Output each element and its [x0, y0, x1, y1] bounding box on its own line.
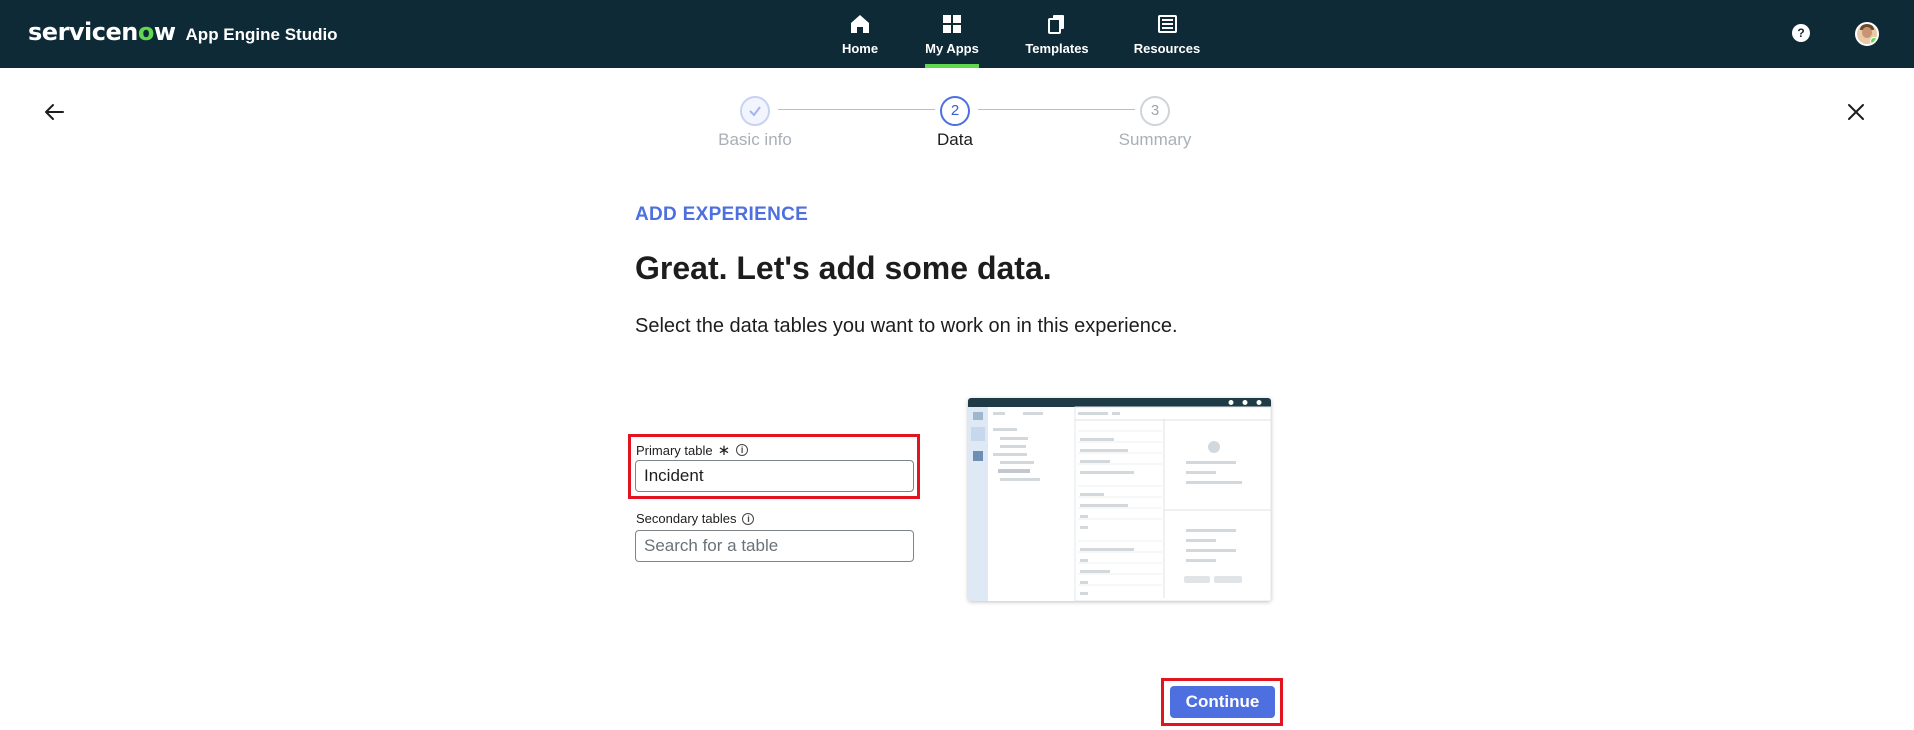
page-title: Great. Let's add some data.: [635, 250, 1052, 286]
step-1-label: Basic info: [718, 130, 792, 149]
info-icon[interactable]: i: [742, 512, 755, 525]
templates-icon: [1048, 15, 1064, 34]
close-icon[interactable]: [1844, 100, 1868, 124]
required-asterisk: ∗: [717, 442, 731, 459]
continue-button[interactable]: Continue: [1170, 686, 1275, 718]
nav-label: My Apps: [925, 41, 979, 56]
primary-table-input[interactable]: [635, 460, 914, 492]
experience-preview-image: [968, 398, 1271, 601]
resources-icon: [1158, 15, 1177, 33]
nav-label: Home: [841, 41, 879, 56]
servicenow-logo: servicenow: [28, 18, 176, 46]
nav-label: Templates: [1025, 41, 1089, 56]
nav-label: Resources: [1133, 41, 1201, 56]
eyebrow-title: ADD EXPERIENCE: [635, 204, 809, 225]
top-navigation-bar: servicenow App Engine Studio Home My App…: [0, 0, 1914, 68]
primary-table-label-text: Primary table: [636, 442, 713, 458]
primary-table-label: Primary table ∗ i: [636, 441, 749, 459]
avatar[interactable]: [1855, 22, 1879, 46]
nav-templates[interactable]: Templates: [1012, 0, 1102, 68]
step-3-label: Summary: [1118, 130, 1192, 149]
step-3-circle: 3: [1140, 96, 1170, 126]
stepper-connector: [978, 109, 1135, 110]
step-1-circle[interactable]: [740, 96, 770, 126]
back-arrow-icon[interactable]: [42, 100, 66, 124]
step-2-circle: 2: [940, 96, 970, 126]
grid-icon: [943, 15, 961, 33]
online-status-dot: [1870, 37, 1877, 44]
secondary-tables-label-text: Secondary tables: [636, 511, 737, 526]
secondary-tables-input[interactable]: [635, 530, 914, 562]
brand[interactable]: servicenow App Engine Studio: [28, 18, 338, 46]
home-icon: [851, 15, 869, 33]
secondary-tables-label: Secondary tables i: [636, 511, 755, 526]
stepper-connector: [778, 109, 935, 110]
preview-illustration: [968, 398, 1271, 601]
nav-my-apps[interactable]: My Apps: [907, 0, 997, 68]
avatar-face: [1862, 27, 1872, 38]
app-title: App Engine Studio: [185, 25, 338, 44]
nav-home[interactable]: Home: [815, 0, 905, 68]
step-2-label: Data: [937, 130, 973, 149]
nav-resources[interactable]: Resources: [1122, 0, 1212, 68]
page-description: Select the data tables you want to work …: [635, 315, 1178, 337]
checkmark-icon: [749, 106, 761, 117]
info-icon[interactable]: i: [736, 444, 749, 456]
help-icon[interactable]: ?: [1792, 24, 1810, 42]
